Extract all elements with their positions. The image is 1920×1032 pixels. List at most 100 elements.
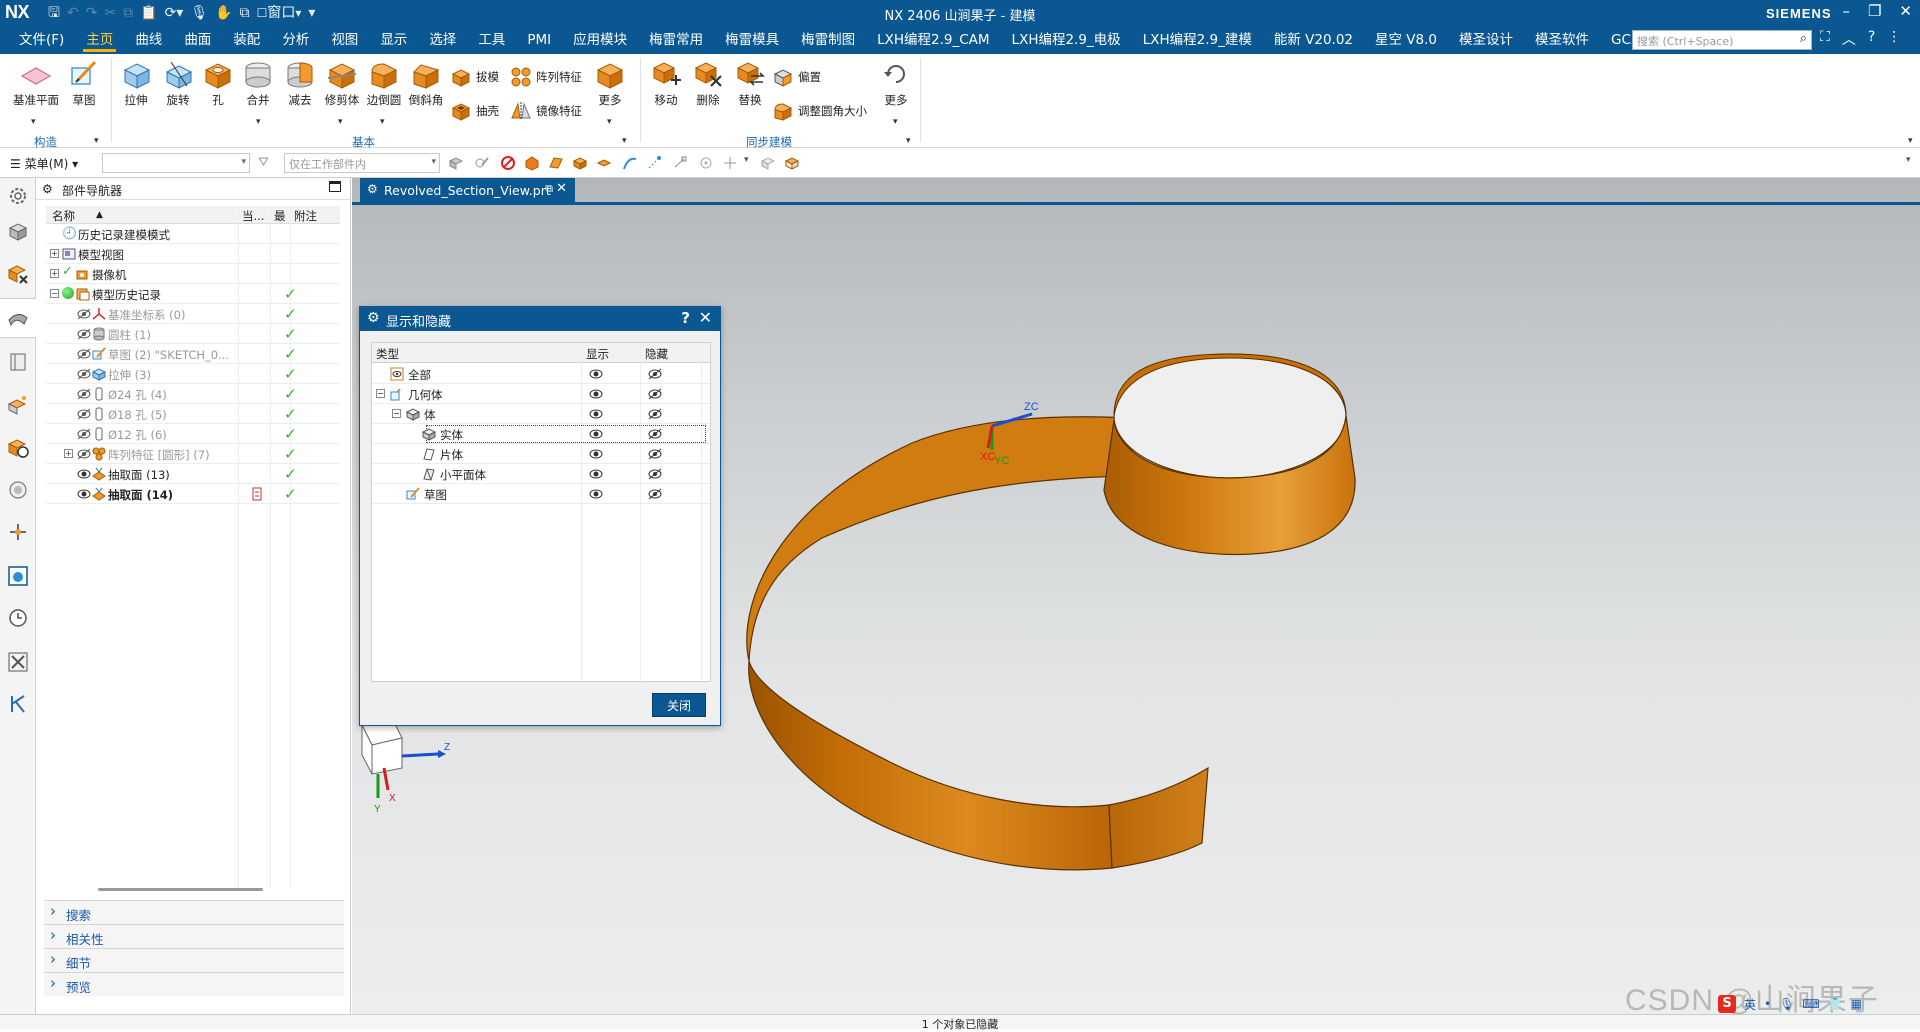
ribbon-tab[interactable]: 梅雷模具 [714, 26, 790, 54]
select-sketch-icon[interactable] [474, 155, 490, 171]
hidden-eye-icon[interactable] [76, 327, 92, 341]
shell-button[interactable]: 抽壳 [450, 100, 499, 122]
punctuation-icon[interactable]: • [1764, 997, 1771, 1011]
show-hide-row[interactable]: 草图 [372, 484, 710, 504]
ribbon-tab[interactable]: 能新 V20.02 [1263, 26, 1364, 54]
help-icon[interactable]: ? [1868, 29, 1875, 49]
show-hide-row[interactable]: 实体 [372, 424, 710, 444]
close-window-icon[interactable]: ✕ [1899, 2, 1912, 20]
ribbon-tab[interactable]: LXH编程2.9_CAM [866, 26, 1000, 54]
sketch-button[interactable]: 草图 [66, 58, 102, 108]
tab-pin-icon[interactable]: ⧉ [545, 182, 553, 196]
tree-row[interactable]: 抽取面 (13) ✓ [46, 464, 340, 484]
dialog-help-icon[interactable]: ? [681, 309, 690, 327]
role-tools-icon[interactable] [6, 650, 30, 674]
sync-group-dropdown-icon[interactable]: ▾ [906, 136, 911, 146]
show-hide-row[interactable]: 全部 [372, 364, 710, 384]
select-curve-icon[interactable] [622, 155, 638, 171]
pattern-feature-button[interactable]: 阵列特征 [510, 66, 582, 88]
visible-eye-icon[interactable] [76, 487, 92, 501]
tree-row[interactable]: + 阵列特征 [圆形] (7) ✓ [46, 444, 340, 464]
show-hide-row[interactable]: − 几何体 [372, 384, 710, 404]
close-tab-icon[interactable]: ✕ [556, 181, 567, 196]
hole-button[interactable]: 孔 [200, 58, 236, 108]
hidden-eye-icon[interactable] [76, 407, 92, 421]
show-hide-row[interactable]: 片体 [372, 444, 710, 464]
section-details[interactable]: 细节 [44, 948, 344, 972]
basic-group-dropdown-icon[interactable]: ▾ [622, 136, 627, 146]
unite-button[interactable]: 合并 [238, 58, 278, 108]
ribbon-tab[interactable]: 主页 [75, 26, 124, 54]
column-comment[interactable]: 附注 [294, 208, 317, 224]
expand-icon[interactable]: + [64, 449, 73, 458]
edge-blend-button[interactable]: 边倒圆 [364, 58, 404, 108]
show-hide-row[interactable]: 小平面体 [372, 464, 710, 484]
show-eye-icon[interactable] [588, 427, 604, 441]
fullscreen-icon[interactable]: ⛶ [1820, 29, 1830, 49]
snap-center-icon[interactable] [722, 155, 738, 171]
file-menu[interactable]: 文件(F) [8, 26, 75, 54]
tree-row[interactable]: 拉伸 (3) ✓ [46, 364, 340, 384]
trim-body-button[interactable]: 修剪体 [322, 58, 362, 108]
ribbon-tab[interactable]: LXH编程2.9_电极 [1001, 26, 1132, 54]
column-name[interactable]: 名称 [52, 208, 75, 224]
ribbon-tab[interactable]: 选择 [418, 26, 467, 54]
ribbon-tab[interactable]: 应用模块 [562, 26, 638, 54]
ribbon-tab[interactable]: 模圣软件 [1524, 26, 1600, 54]
web-browser-icon[interactable] [6, 436, 30, 460]
ribbon-tab[interactable]: 视图 [320, 26, 369, 54]
hidden-eye-icon[interactable] [76, 307, 92, 321]
datum-plane-button[interactable]: 基准平面 [8, 58, 64, 108]
hidden-eye-icon[interactable] [76, 447, 92, 461]
skin-icon[interactable]: 👕 [1828, 997, 1843, 1011]
mic-icon[interactable]: 🎙 [1779, 997, 1794, 1011]
dialog-header[interactable]: ⚙ 显示和隐藏 ? ✕ [360, 307, 720, 331]
edge-blend-dropdown-icon[interactable]: ▾ [380, 117, 385, 127]
select-body-icon[interactable] [524, 155, 540, 171]
section-search[interactable]: 搜索 [44, 900, 344, 924]
select-face-icon[interactable] [548, 155, 564, 171]
ime-language-label[interactable]: 英 [1744, 996, 1756, 1013]
snap-mid-icon[interactable] [698, 155, 714, 171]
collapse-icon[interactable]: − [376, 389, 385, 398]
construct-group-dropdown-icon[interactable]: ▾ [94, 136, 99, 146]
hidden-eye-icon[interactable] [76, 367, 92, 381]
show-hide-row[interactable]: − 体 [372, 404, 710, 424]
ribbon-tab[interactable]: 梅雷制图 [790, 26, 866, 54]
select-feature-icon[interactable] [448, 155, 464, 171]
subtract-button[interactable]: 减去 [280, 58, 320, 108]
hide-eye-icon[interactable] [647, 387, 663, 401]
snap-end-icon[interactable] [672, 155, 688, 171]
delete-face-button[interactable]: 删除 [688, 58, 728, 108]
collapse-icon[interactable]: − [50, 289, 59, 298]
search-icon[interactable]: ⌕ [1800, 31, 1807, 46]
show-eye-icon[interactable] [588, 447, 604, 461]
snap-point-icon[interactable] [646, 155, 662, 171]
toolbox-icon[interactable]: ▦ [1851, 997, 1862, 1011]
ribbon-tab[interactable]: LXH编程2.9_建模 [1132, 26, 1263, 54]
assembly-navigator-icon[interactable] [6, 220, 30, 244]
offset-region-button[interactable]: 偏置 [772, 66, 821, 88]
show-hidden-icon[interactable] [760, 155, 776, 171]
sogou-logo-icon[interactable]: S [1718, 995, 1736, 1013]
tree-row[interactable]: Ø24 孔 (4) ✓ [46, 384, 340, 404]
hide-eye-icon[interactable] [647, 487, 663, 501]
visible-eye-icon[interactable] [76, 467, 92, 481]
replace-face-button[interactable]: 替换 [730, 58, 770, 108]
hide-eye-icon[interactable] [647, 447, 663, 461]
reuse-library-icon[interactable] [6, 350, 30, 374]
unite-dropdown-icon[interactable]: ▾ [256, 117, 261, 127]
tree-row[interactable]: 草图 (2) "SKETCH_0... ✓ [46, 344, 340, 364]
ribbon-tab[interactable]: 分析 [271, 26, 320, 54]
snap-dropdown-icon[interactable]: ▾ [744, 155, 760, 171]
ribbon-tab[interactable]: 模圣设计 [1448, 26, 1524, 54]
move-face-button[interactable]: 移动 [646, 58, 686, 108]
deselect-all-icon[interactable] [500, 155, 516, 171]
ribbon-tab[interactable]: 工具 [467, 26, 516, 54]
sync-more-dropdown-icon[interactable]: ▾ [893, 117, 898, 127]
close-button[interactable]: 关闭 [652, 693, 706, 717]
hd3d-tools-icon[interactable] [6, 392, 30, 416]
chamfer-button[interactable]: 倒斜角 [406, 58, 446, 108]
tree-row[interactable]: − 模型历史记录 ✓ [46, 284, 340, 304]
ribbon-tab[interactable]: PMI [516, 26, 562, 54]
